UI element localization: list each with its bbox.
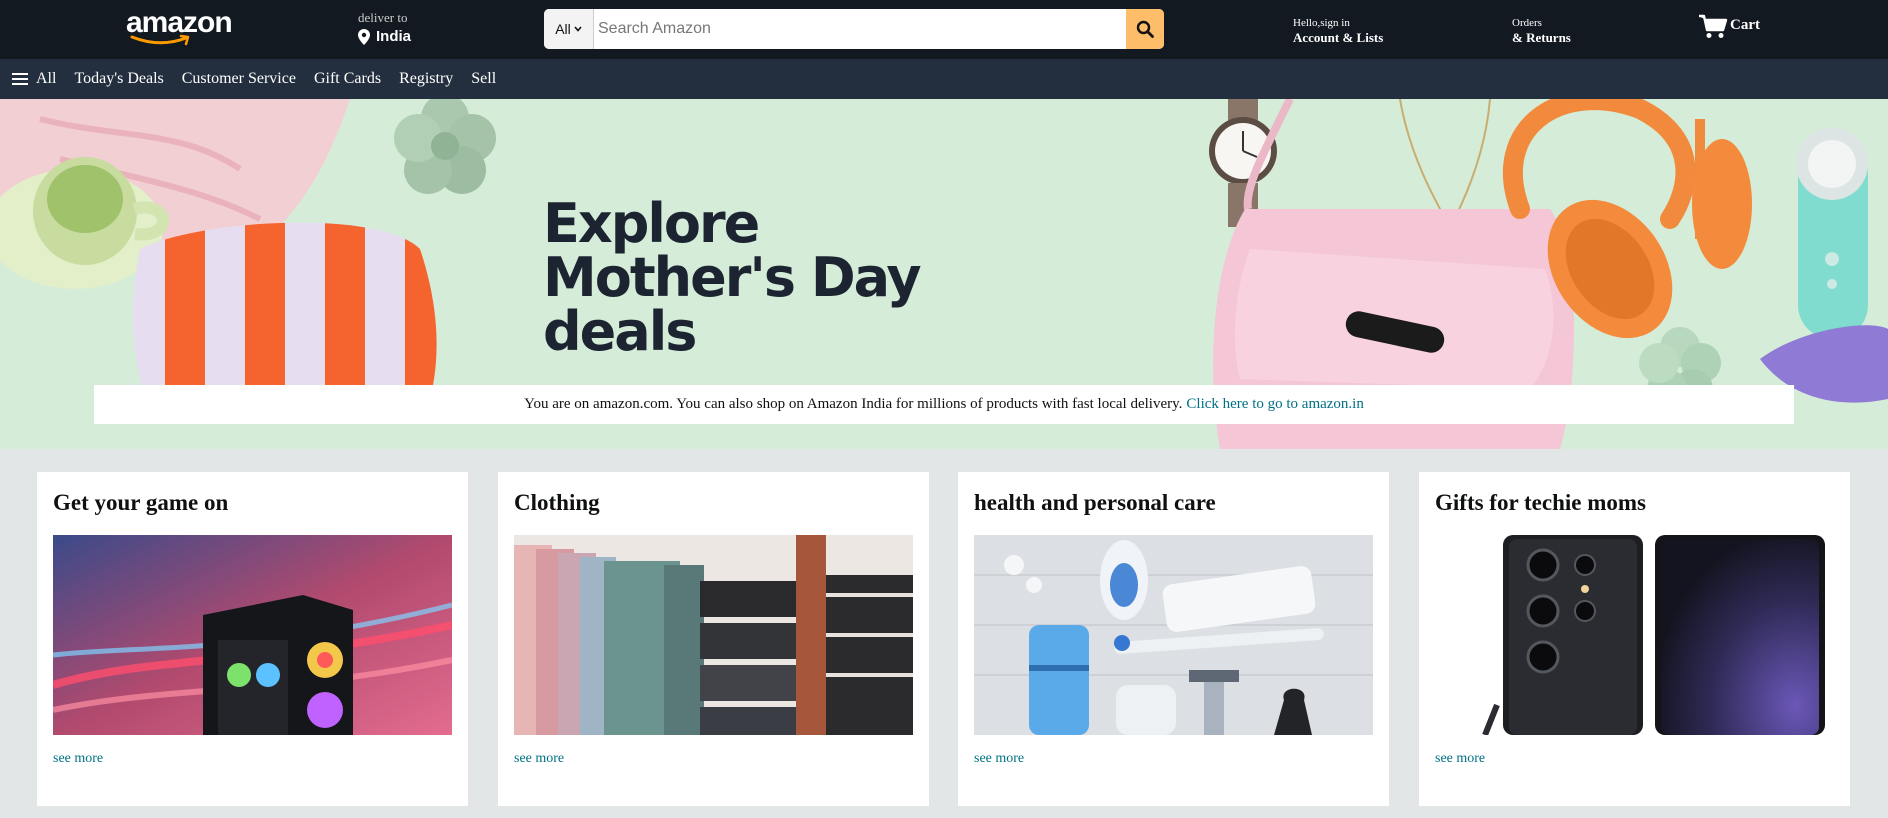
card-clothing: Clothing see more: [498, 472, 929, 806]
chevron-down-icon: [574, 26, 582, 32]
cart-icon: [1699, 14, 1728, 38]
health-care-image[interactable]: [974, 535, 1373, 735]
deliver-to-location: India: [376, 28, 412, 45]
hamburger-menu-icon: [12, 73, 28, 85]
deliver-to[interactable]: deliver to India: [358, 10, 458, 45]
account-lists[interactable]: Hello,sign in Account & Lists: [1293, 17, 1383, 46]
nav-item-todays-deals[interactable]: Today's Deals: [74, 70, 163, 88]
nav-item-registry[interactable]: Registry: [399, 70, 453, 88]
nav-all-label: All: [36, 70, 57, 87]
nav-item-sell[interactable]: Sell: [471, 70, 496, 88]
nav-all-menu[interactable]: All: [12, 70, 56, 88]
search-bar: All: [544, 9, 1164, 49]
country-notice: You are on amazon.com. You can also shop…: [94, 385, 1794, 424]
card-title: health and personal care: [974, 490, 1216, 515]
cart-button[interactable]: Cart: [1698, 14, 1760, 40]
orders-line2: & Returns: [1512, 30, 1571, 45]
see-more-link[interactable]: see more: [514, 751, 564, 767]
orders-returns[interactable]: Orders & Returns: [1512, 17, 1571, 46]
see-more-link[interactable]: see more: [53, 751, 103, 767]
account-label: Account & Lists: [1293, 30, 1384, 45]
card-title: Get your game on: [53, 490, 229, 515]
top-header: amazon deliver to India All Search Amazo…: [0, 0, 1888, 59]
card-techie-moms: Gifts for techie moms see more: [1419, 472, 1850, 806]
go-to-amazon-in-link[interactable]: Click here to go to amazon.in: [1186, 396, 1363, 413]
search-category-select[interactable]: All: [544, 9, 594, 49]
card-gaming: Get your game on see more: [37, 472, 468, 806]
location-pin-icon: [358, 28, 370, 45]
search-category-label: All: [555, 21, 571, 37]
country-notice-text: You are on amazon.com. You can also shop…: [524, 396, 1183, 412]
search-input[interactable]: [594, 9, 1126, 49]
search-icon: [1136, 20, 1154, 38]
search-button[interactable]: [1126, 9, 1164, 49]
gaming-pc-image[interactable]: [53, 535, 452, 735]
orders-line1: Orders: [1512, 17, 1542, 29]
nav-bar: All Today's Deals Customer Service Gift …: [0, 59, 1888, 99]
hero-title: Explore Mother's Day deals: [543, 192, 922, 363]
cart-label: Cart: [1730, 17, 1760, 33]
account-greeting: Hello,sign in: [1293, 17, 1350, 29]
see-more-link[interactable]: see more: [1435, 751, 1485, 767]
nav-item-customer-service[interactable]: Customer Service: [182, 70, 296, 88]
deliver-to-label: deliver to: [358, 10, 408, 25]
smartphone-image[interactable]: [1435, 535, 1834, 735]
see-more-link[interactable]: see more: [974, 751, 1024, 767]
card-health: health and personal care see more: [958, 472, 1389, 806]
amazon-logo[interactable]: amazon: [126, 6, 233, 46]
card-title: Gifts for techie moms: [1435, 490, 1646, 515]
hero-banner[interactable]: Explore Mother's Day deals You are on am…: [0, 99, 1888, 449]
nav-item-gift-cards[interactable]: Gift Cards: [314, 70, 381, 88]
card-title: Clothing: [514, 490, 600, 515]
logo-smile-icon: [130, 34, 190, 46]
clothing-image[interactable]: [514, 535, 913, 735]
